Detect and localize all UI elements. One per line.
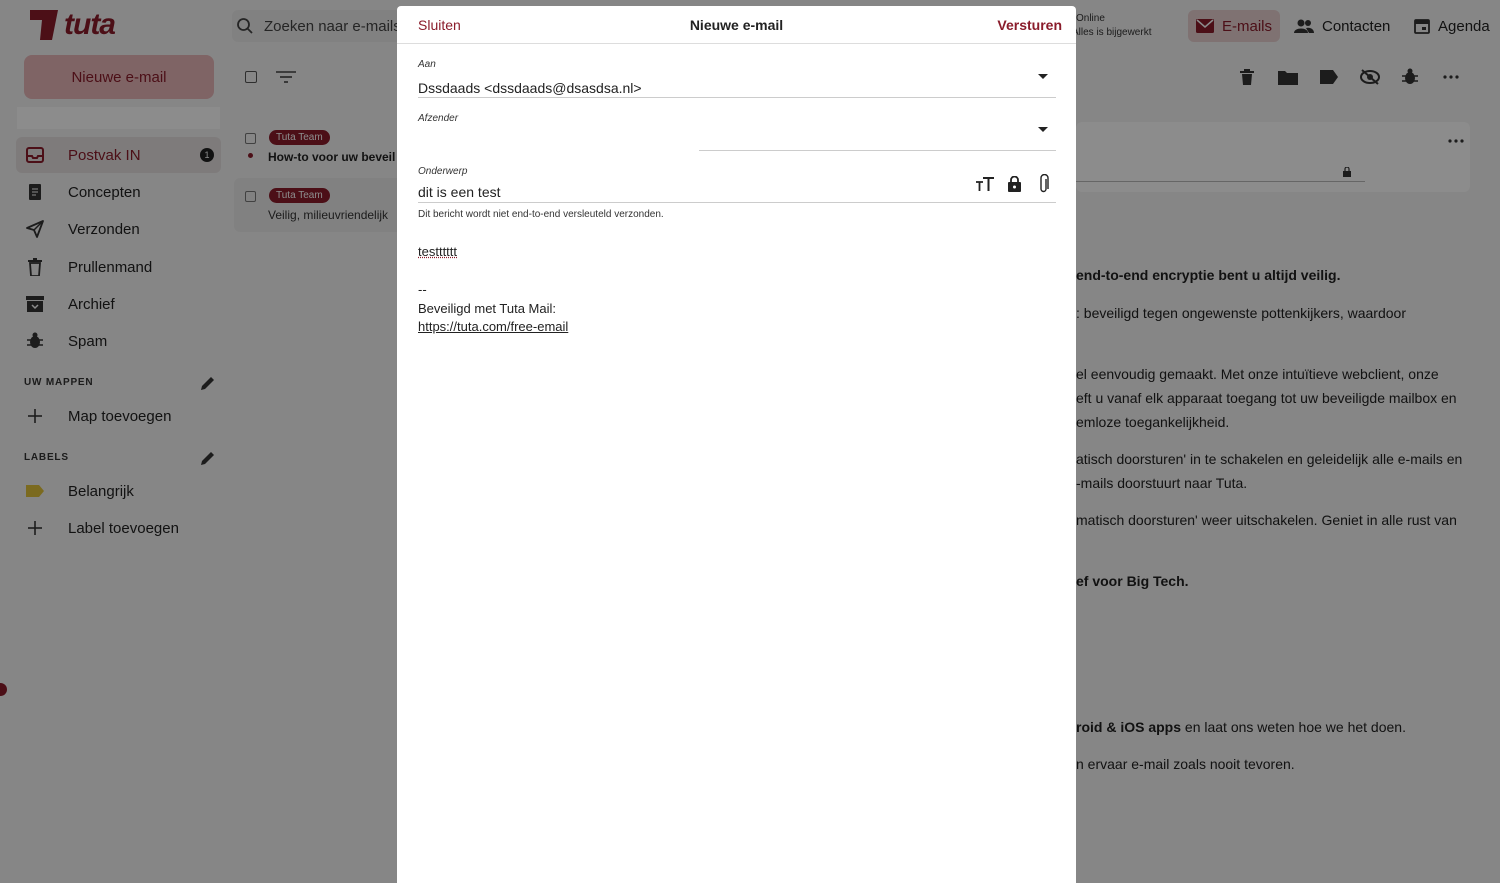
subject-underline bbox=[418, 202, 1056, 203]
compose-dialog: Sluiten Nieuwe e-mail Versturen Aan Dssd… bbox=[397, 6, 1076, 883]
dialog-title: Nieuwe e-mail bbox=[689, 17, 784, 33]
to-field[interactable]: Dssdaads <dssdaads@dsasdsa.nl> bbox=[418, 80, 642, 96]
signature-separator: -- bbox=[418, 282, 427, 297]
from-dropdown-icon[interactable] bbox=[1038, 127, 1048, 132]
to-label: Aan bbox=[418, 59, 436, 70]
subject-field[interactable]: dit is een test bbox=[418, 184, 501, 200]
encryption-lock-icon[interactable] bbox=[1005, 174, 1023, 194]
to-underline bbox=[418, 97, 1056, 98]
subject-label: Onderwerp bbox=[418, 166, 468, 177]
send-button[interactable]: Versturen bbox=[997, 17, 1062, 33]
attachment-icon[interactable] bbox=[1034, 173, 1052, 195]
signature-text: Beveiligd met Tuta Mail: bbox=[418, 301, 557, 316]
text-format-icon[interactable] bbox=[975, 174, 995, 194]
from-label: Afzender bbox=[418, 113, 459, 124]
from-underline[interactable] bbox=[699, 150, 1056, 151]
to-dropdown-icon[interactable] bbox=[1038, 74, 1048, 79]
encryption-note: Dit bericht wordt niet end-to-end versle… bbox=[418, 209, 664, 220]
signature-link[interactable]: https://tuta.com/free-email bbox=[418, 319, 568, 334]
message-body-text[interactable]: testttttt bbox=[418, 244, 457, 259]
dialog-header: Sluiten Nieuwe e-mail Versturen bbox=[397, 6, 1076, 44]
